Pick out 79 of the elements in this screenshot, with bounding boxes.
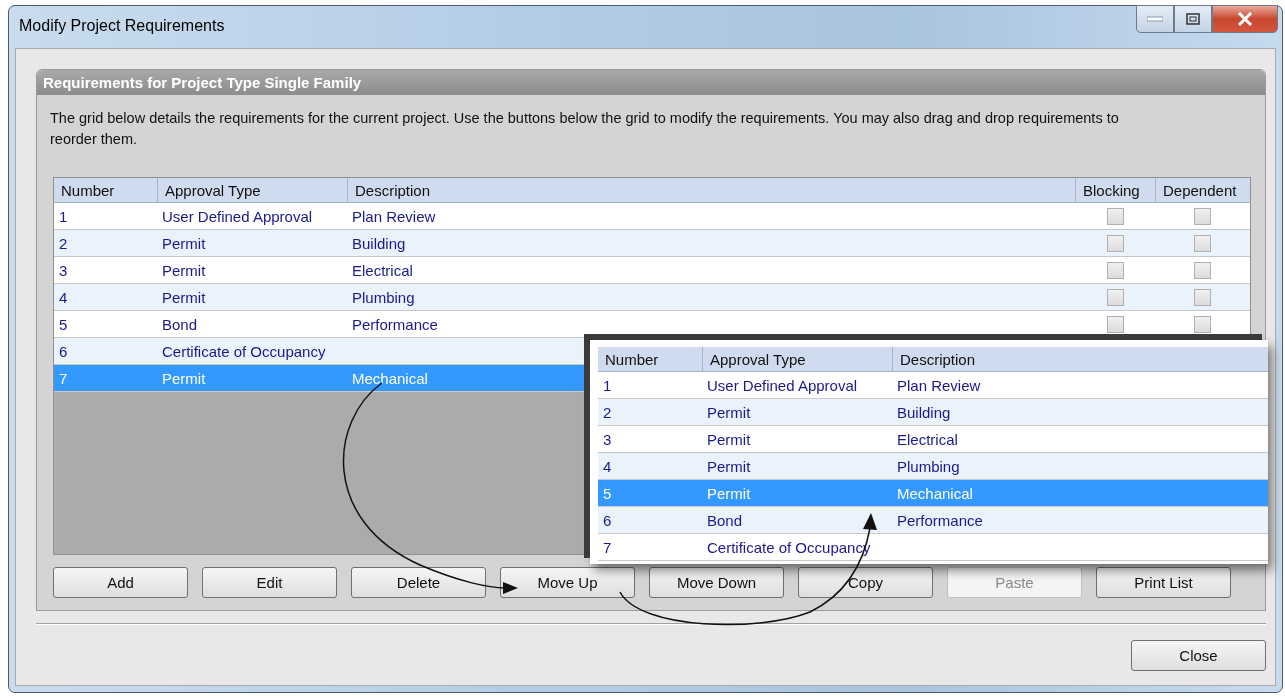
grid-row[interactable]: 2 Permit Building [54,230,1250,257]
number-cell-text: 5 [602,483,613,504]
number-cell-text: 1 [602,375,613,396]
checkbox[interactable] [1194,207,1211,225]
column-header: Approval Type [702,347,892,371]
grid-row[interactable]: 5 Bond Performance [54,311,1250,338]
approval-type-cell-text: Permit [706,402,752,423]
description-text: The grid below details the requirements for the current project. Use the buttons below the grid to modify the requirements. You may also drag and drop requirements to reorder them. [49,109,1120,149]
approval-type-cell-text: User Defined Approval [161,206,314,227]
grid-row[interactable]: 4 Permit Plumbing [54,284,1250,311]
checkbox[interactable] [1194,234,1211,252]
checkbox[interactable] [1194,288,1211,306]
grid-row[interactable]: 3 Permit Electrical [54,257,1250,284]
window-title: Modify Project Requirements [19,17,225,35]
description-cell-text: Plan Review [896,375,982,396]
column-header: Number [604,349,660,370]
description-cell-text: Mechanical [896,483,974,504]
checkbox[interactable] [1194,261,1211,279]
number-cell-text: 4 [58,287,69,308]
number-cell-text: 6 [58,341,69,362]
column-header[interactable]: Approval Type [157,178,347,202]
approval-type-cell-text: Permit [706,483,752,504]
action-button[interactable]: Print List [1096,567,1231,598]
checkbox[interactable] [1106,207,1124,225]
checkbox[interactable] [1106,288,1124,306]
column-header: Description [892,347,1268,371]
description-cell-text: Performance [896,510,984,531]
checkbox[interactable] [1106,234,1124,252]
number-cell-text: 6 [602,510,613,531]
description-cell-text: Building [351,233,407,254]
approval-type-cell-text: Bond [161,314,199,335]
minimize-button[interactable] [1136,5,1174,33]
description-cell-text: Electrical [896,429,959,450]
number-cell-text: 5 [58,314,69,335]
approval-type-cell-text: Certificate of Occupancy [161,341,327,362]
approval-type-cell-text: Bond [706,510,744,531]
description-cell-text: Building [896,402,952,423]
number-cell-text: 4 [602,456,613,477]
approval-type-cell-text: User Defined Approval [706,375,859,396]
action-button[interactable]: Move Down [649,567,784,598]
number-cell-text: 2 [602,402,613,423]
description-cell-text: Mechanical [351,368,429,389]
action-button[interactable]: Move Up [500,567,635,598]
checkbox[interactable] [1106,315,1124,333]
column-header[interactable]: Number [54,178,157,202]
approval-type-cell-text: Permit [706,456,752,477]
action-button[interactable]: Edit [202,567,337,598]
maximize-button[interactable] [1174,5,1212,33]
number-cell-text: 2 [58,233,69,254]
column-header[interactable]: Dependent [1155,178,1250,202]
close-window-button[interactable] [1212,5,1278,33]
approval-type-cell-text: Permit [706,429,752,450]
number-cell-text: 7 [602,537,613,558]
description-cell-text: Plan Review [351,206,437,227]
description-cell-text: Plumbing [351,287,416,308]
group-title: Requirements for Project Type Single Family [37,70,1265,95]
checkbox[interactable] [1194,315,1211,333]
number-cell-text: 3 [58,260,69,281]
close-icon [1237,12,1253,26]
number-cell-text: 3 [602,429,613,450]
approval-type-cell-text: Permit [161,260,207,281]
grid-row[interactable]: 1 User Defined Approval Plan Review [54,203,1250,230]
description-cell-text: Performance [351,314,439,335]
close-button[interactable]: Close [1131,640,1266,671]
action-button[interactable]: Add [53,567,188,598]
approval-type-cell-text: Permit [161,368,207,389]
checkbox[interactable] [1106,261,1124,279]
action-button[interactable]: Copy [798,567,933,598]
column-header[interactable]: Blocking [1075,178,1155,202]
approval-type-cell-text: Permit [161,233,207,254]
approval-type-cell-text: Permit [161,287,207,308]
number-cell-text: 1 [58,206,69,227]
minimize-icon [1147,16,1163,22]
action-button[interactable]: Delete [351,567,486,598]
description-cell-text: Electrical [351,260,414,281]
description-cell-text: Plumbing [896,456,961,477]
maximize-icon [1186,13,1200,25]
number-cell-text: 7 [58,368,69,389]
column-header[interactable]: Description [347,178,1075,202]
